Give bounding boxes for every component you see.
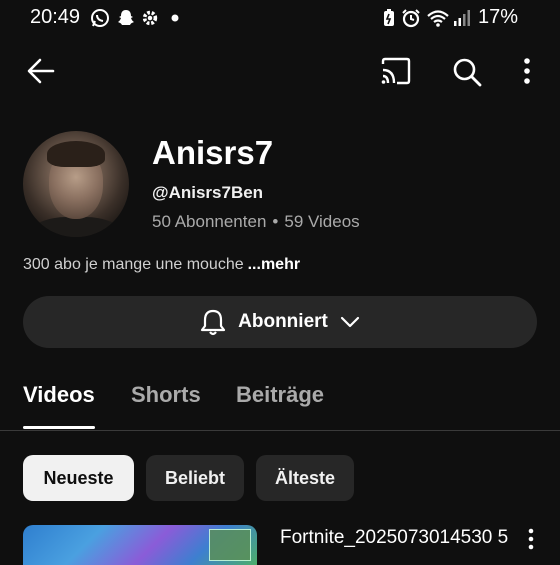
back-icon[interactable] [26, 57, 56, 85]
video-count: 59 Videos [284, 212, 360, 231]
more-vert-icon[interactable] [522, 57, 532, 85]
channel-avatar[interactable] [23, 131, 129, 237]
video-thumbnail[interactable] [23, 525, 257, 565]
subscriber-count: 50 Abonnenten [152, 212, 267, 231]
status-time: 20:49 [30, 6, 81, 28]
battery-saver-icon [384, 9, 394, 26]
more-link[interactable]: ...mehr [248, 256, 300, 273]
chip-oldest[interactable]: Älteste [256, 455, 354, 501]
channel-description[interactable]: 300 abo je mange une mouche ...mehr [23, 256, 300, 274]
tab-videos[interactable]: Videos [23, 382, 95, 408]
settings-icon [142, 10, 158, 26]
subscribed-label: Abonniert [238, 311, 328, 332]
signal-icon [454, 10, 470, 26]
search-icon[interactable] [452, 57, 482, 87]
tab-shorts[interactable]: Shorts [131, 382, 201, 408]
chevron-down-icon [340, 316, 359, 328]
bell-icon [201, 309, 226, 336]
tab-divider [0, 430, 560, 431]
channel-name: Anisrs7 [152, 134, 274, 171]
chip-popular[interactable]: Beliebt [146, 455, 244, 501]
stats-separator: • [272, 212, 279, 231]
subscribed-button[interactable]: Abonniert [23, 296, 537, 348]
wifi-icon [427, 10, 449, 27]
cast-icon[interactable] [380, 57, 412, 85]
active-tab-indicator [23, 426, 95, 429]
channel-stats: 50 Abonnenten • 59 Videos [152, 212, 360, 232]
description-text: 300 abo je mange une mouche [23, 256, 244, 273]
battery-percent: 17% [478, 6, 519, 28]
channel-handle: @Anisrs7Ben [152, 183, 264, 202]
tab-posts[interactable]: Beiträge [236, 382, 324, 408]
video-more-icon[interactable] [527, 527, 535, 551]
alarm-icon [402, 9, 420, 28]
status-bar: 20:49 17% [0, 0, 560, 36]
chip-newest[interactable]: Neueste [23, 455, 134, 501]
whatsapp-icon [91, 9, 109, 27]
minimap-graphic [209, 529, 251, 561]
video-title[interactable]: Fortnite_2025073014530 5 [280, 526, 520, 550]
snapchat-icon [118, 10, 134, 25]
dot-icon [171, 14, 179, 22]
